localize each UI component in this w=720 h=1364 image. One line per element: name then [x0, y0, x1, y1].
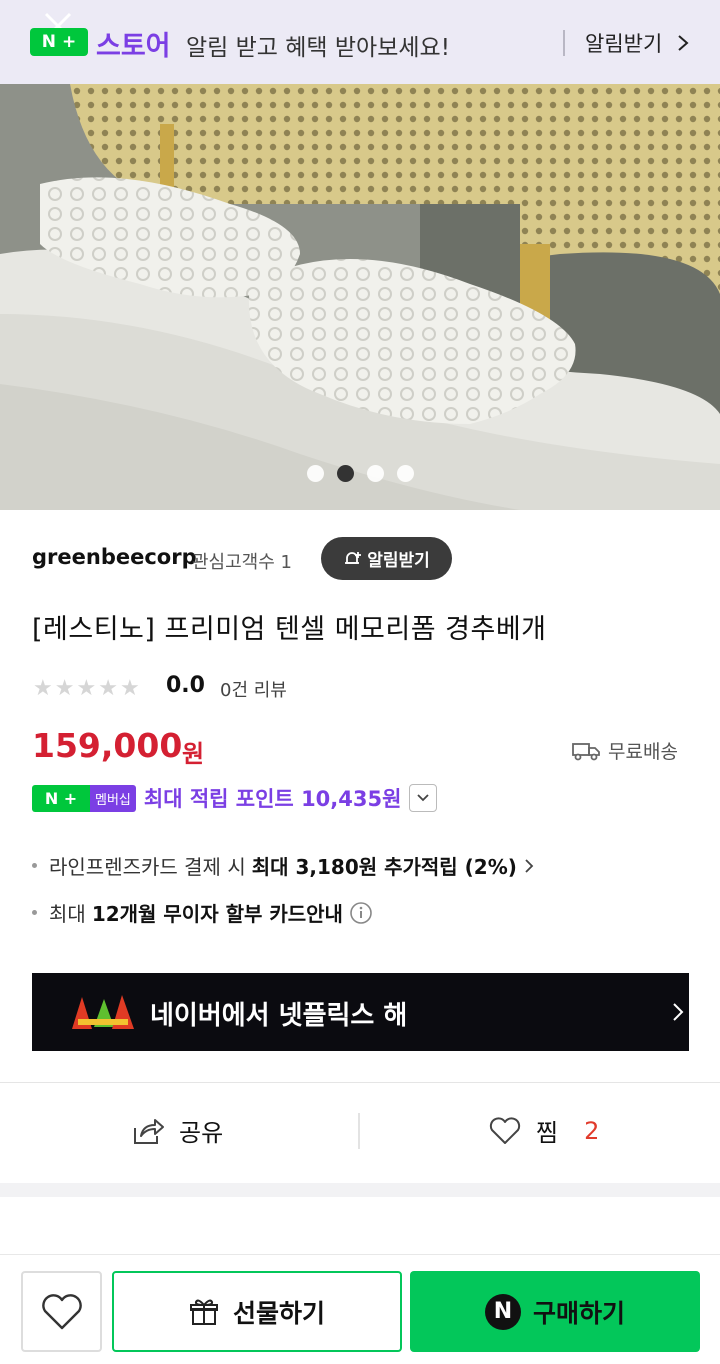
zzim-bottom-button[interactable]: [21, 1271, 102, 1352]
share-button[interactable]: 공유: [131, 1113, 223, 1148]
section-gap: [0, 1183, 720, 1197]
zzim-count: 2: [584, 1116, 600, 1145]
currency: 원: [182, 740, 205, 768]
gift-icon: [189, 1299, 218, 1325]
chevron-right-icon: [673, 1003, 684, 1021]
naver-plus-logo: N +: [30, 28, 88, 56]
heart-icon: [489, 1116, 521, 1144]
gift-button[interactable]: 선물하기: [112, 1271, 402, 1352]
divider: [358, 1113, 360, 1149]
share-label: 공유: [179, 1119, 224, 1147]
bullet-dot: [32, 910, 37, 915]
star-icon: ★: [54, 676, 75, 701]
zzim-button[interactable]: 찜 2: [488, 1113, 599, 1148]
review-count[interactable]: 0건 리뷰: [220, 676, 287, 702]
fan-count: 관심고객수 1: [192, 552, 292, 573]
promo-text: 알림 받고 혜택 받아보세요!: [186, 35, 450, 61]
membership-points[interactable]: N + 멤버십 최대 적립 포인트 10,435원: [32, 783, 438, 813]
bell-plus-icon: [345, 551, 362, 564]
product-title: [레스티노] 프리미엄 텐셀 메모리폼 경추베개: [32, 614, 547, 645]
seller-name[interactable]: greenbeecorp: [32, 545, 197, 569]
rating-stars: ★ ★ ★ ★ ★: [33, 676, 140, 701]
share-icon: [134, 1118, 164, 1144]
gallery-dot-active[interactable]: [336, 465, 354, 482]
buy-button[interactable]: N 구매하기: [410, 1271, 700, 1352]
gallery-dot[interactable]: [396, 465, 414, 482]
rating-score: 0.0: [166, 673, 205, 698]
star-icon: ★: [76, 676, 97, 701]
bullet-dot: [32, 863, 37, 868]
points-expand-button[interactable]: [409, 784, 438, 812]
benefit-prefix: 최대: [49, 902, 86, 926]
netflix-banner-text: 네이버에서 넷플릭스 해: [150, 1001, 408, 1031]
chevron-right-icon: [525, 858, 534, 873]
star-icon: ★: [98, 676, 118, 701]
truck-icon: [572, 742, 600, 760]
gallery-dot[interactable]: [306, 465, 324, 482]
star-icon: ★: [33, 676, 53, 701]
chevron-right-icon[interactable]: [676, 34, 690, 52]
star-icon: ★: [119, 676, 140, 701]
store-alarm-banner: N + 스토어 알림 받고 혜택 받아보세요! 알림받기: [0, 0, 720, 84]
naver-plus-badge: N +: [32, 784, 90, 812]
seller-alarm-button[interactable]: 알림받기: [321, 537, 452, 580]
seller-alarm-label: 알림받기: [367, 551, 430, 571]
product-image[interactable]: [0, 84, 720, 510]
price: 159,000: [32, 726, 183, 765]
divider: [563, 30, 565, 56]
installment-item[interactable]: 최대 12개월 무이자 할부 카드안내: [32, 898, 373, 927]
netflix-ad-banner[interactable]: 네이버에서 넷플릭스 해: [32, 973, 689, 1051]
benefit-highlight: 12개월 무이자 할부 카드안내: [91, 902, 343, 926]
gallery-pagination: [0, 465, 720, 482]
shipping-label: 무료배송: [608, 741, 678, 763]
store-name: 스토어: [96, 31, 171, 62]
zzim-label: 찜: [536, 1119, 559, 1147]
chevron-down-icon: [417, 794, 430, 802]
info-icon[interactable]: [349, 901, 373, 925]
gift-label: 선물하기: [232, 1298, 325, 1328]
netflix-naver-logo: [72, 995, 134, 1029]
naver-pay-icon: N: [484, 1293, 521, 1330]
divider: [0, 1082, 720, 1083]
gallery-dot[interactable]: [366, 465, 384, 482]
membership-tag: 멤버십: [90, 784, 136, 812]
card-benefit-item[interactable]: 라인프렌즈카드 결제 시 최대 3,180원 추가적립 (2%): [32, 851, 535, 880]
heart-icon: [41, 1293, 82, 1329]
benefit-highlight: 최대 3,180원 추가적립 (2%): [251, 855, 517, 879]
buy-label: 구매하기: [532, 1298, 625, 1328]
product-photo: [0, 84, 720, 510]
alarm-link[interactable]: 알림받기: [585, 28, 662, 58]
shipping-info: 무료배송: [572, 737, 678, 764]
benefit-prefix: 라인프렌즈카드 결제 시: [49, 855, 246, 879]
points-text: 최대 적립 포인트 10,435원: [143, 787, 402, 811]
